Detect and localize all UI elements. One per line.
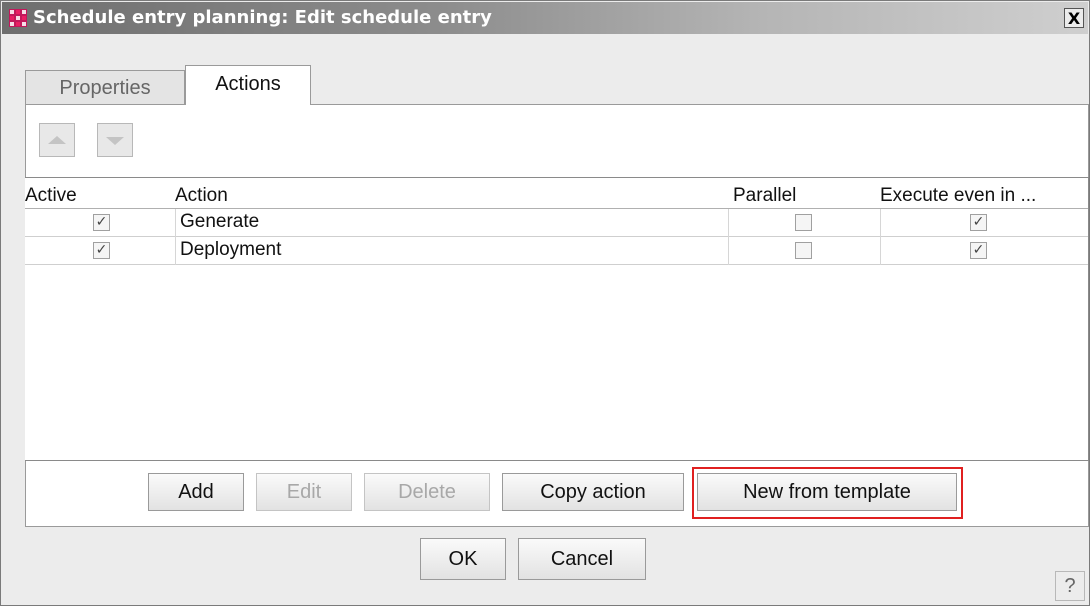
window-title: Schedule entry planning: Edit schedule e…: [33, 7, 492, 28]
help-icon[interactable]: ?: [1055, 571, 1085, 601]
table-row[interactable]: ✓ Deployment ✓: [25, 237, 1088, 265]
arrow-up-icon: [48, 136, 66, 144]
cancel-button[interactable]: Cancel: [518, 538, 646, 580]
column-header-execute-even[interactable]: Execute even in ...: [880, 178, 1085, 208]
tab-actions[interactable]: Actions: [185, 65, 311, 105]
column-divider: [880, 209, 881, 265]
move-up-button[interactable]: [39, 123, 75, 157]
actions-table: Active Action Parallel Execute even in .…: [25, 177, 1089, 461]
highlight-box: [692, 467, 963, 519]
app-icon: [9, 9, 27, 27]
title-bar[interactable]: Schedule entry planning: Edit schedule e…: [2, 2, 1088, 34]
column-divider: [175, 209, 176, 265]
column-header-active[interactable]: Active: [25, 178, 175, 208]
copy-action-button[interactable]: Copy action: [502, 473, 684, 511]
column-header-parallel[interactable]: Parallel: [733, 178, 873, 208]
ok-button[interactable]: OK: [420, 538, 506, 580]
active-checkbox[interactable]: ✓: [93, 214, 110, 231]
parallel-checkbox[interactable]: [795, 242, 812, 259]
close-button[interactable]: X: [1064, 8, 1084, 28]
execute-even-checkbox[interactable]: ✓: [970, 242, 987, 259]
active-checkbox[interactable]: ✓: [93, 242, 110, 259]
move-down-button[interactable]: [97, 123, 133, 157]
action-name: Generate: [180, 211, 260, 232]
column-header-action[interactable]: Action: [175, 178, 725, 208]
add-button[interactable]: Add: [148, 473, 244, 511]
arrow-down-icon: [106, 137, 124, 145]
table-row[interactable]: ✓ Generate ✓: [25, 209, 1088, 237]
delete-button[interactable]: Delete: [364, 473, 490, 511]
execute-even-checkbox[interactable]: ✓: [970, 214, 987, 231]
column-divider: [728, 209, 729, 265]
action-name: Deployment: [180, 239, 282, 260]
edit-button[interactable]: Edit: [256, 473, 352, 511]
parallel-checkbox[interactable]: [795, 214, 812, 231]
tab-properties[interactable]: Properties: [25, 70, 185, 104]
